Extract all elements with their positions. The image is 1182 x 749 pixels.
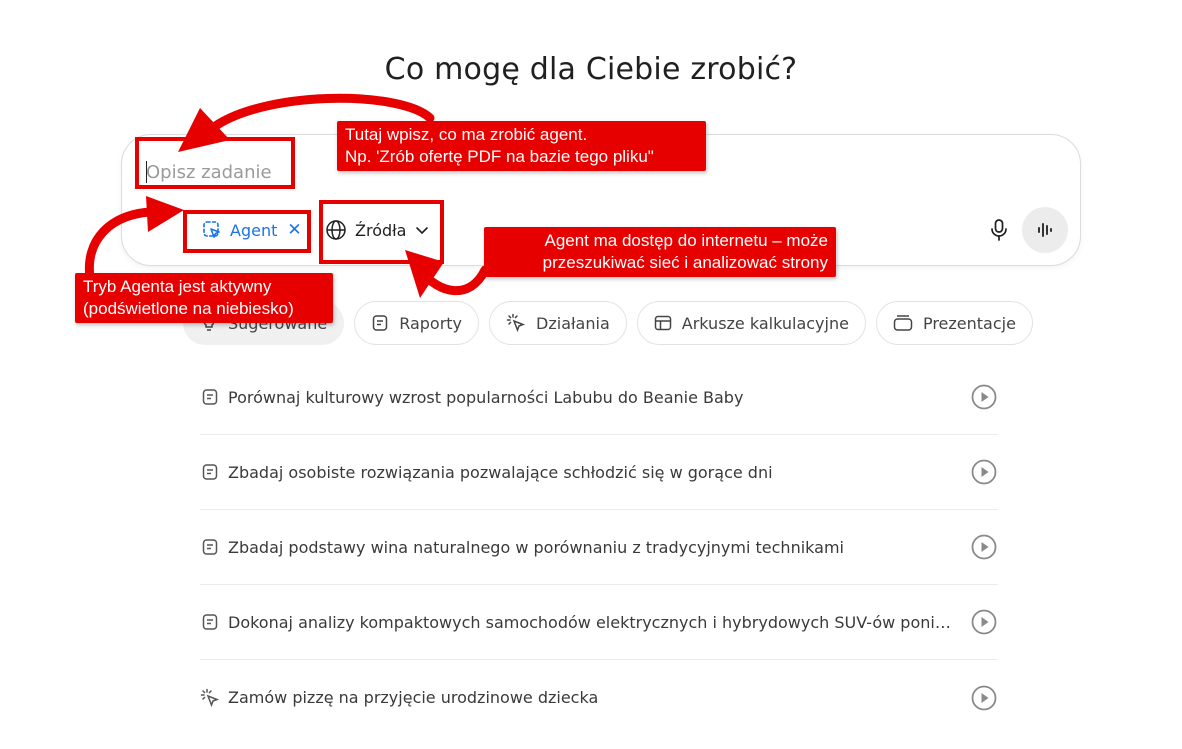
annotation-line: przeszukiwać sieć i analizować strony xyxy=(542,253,828,272)
page-title: Co mogę dla Ciebie zrobić? xyxy=(384,52,798,87)
tab-spreadsheets[interactable]: Arkusze kalkulacyjne xyxy=(636,301,866,345)
tab-reports[interactable]: Raporty xyxy=(354,301,480,345)
play-icon[interactable] xyxy=(970,608,998,636)
agent-mode-chip[interactable]: Agent ✕ xyxy=(190,213,314,247)
suggestion-text: Zamów pizzę na przyjęcie urodzinowe dzie… xyxy=(228,688,599,707)
suggestion-item[interactable]: Zbadaj podstawy wina naturalnego w porów… xyxy=(200,510,998,585)
sparkle-cursor-icon xyxy=(506,313,526,333)
microphone-button[interactable] xyxy=(984,215,1014,245)
annotation-line: Agent ma dostęp do internetu – może xyxy=(544,231,828,250)
suggestion-item[interactable]: Porównaj kulturowy wzrost popularności L… xyxy=(200,360,998,435)
tab-label: Arkusze kalkulacyjne xyxy=(681,313,849,333)
table-icon xyxy=(654,315,671,331)
suggestion-item[interactable]: Dokonaj analizy kompaktowych samochodów … xyxy=(200,585,998,660)
suggestion-item[interactable]: Zbadaj osobiste rozwiązania pozwalające … xyxy=(200,435,998,510)
close-icon[interactable]: ✕ xyxy=(287,220,301,240)
suggestion-list: Porównaj kulturowy wzrost popularności L… xyxy=(200,360,998,735)
suggestion-text: Zbadaj osobiste rozwiązania pozwalające … xyxy=(228,462,773,482)
agent-label: Agent xyxy=(230,220,278,240)
sparkle-cursor-icon xyxy=(200,688,220,707)
suggestion-text: Porównaj kulturowy wzrost popularności L… xyxy=(228,387,744,407)
tab-label: Raporty xyxy=(399,313,463,333)
play-icon[interactable] xyxy=(970,684,998,712)
tab-label: Prezentacje xyxy=(922,313,1016,333)
annotation-line: (podświetlone na niebiesko) xyxy=(83,299,294,318)
sources-annotation: Agent ma dostęp do internetu – może prze… xyxy=(484,227,836,277)
document-icon xyxy=(202,539,218,555)
document-icon xyxy=(202,389,218,405)
document-icon xyxy=(202,614,218,630)
tab-label: Działania xyxy=(536,313,610,333)
suggestion-item[interactable]: Zamów pizzę na przyjęcie urodzinowe dzie… xyxy=(200,660,998,735)
document-icon xyxy=(202,464,218,480)
play-icon[interactable] xyxy=(970,383,998,411)
waveform-icon xyxy=(1038,223,1052,237)
suggestion-text: Dokonaj analizy kompaktowych samochodów … xyxy=(228,612,970,632)
agent-cursor-icon xyxy=(203,221,220,238)
text-caret xyxy=(146,161,147,183)
document-icon xyxy=(372,315,388,331)
voice-mode-button[interactable] xyxy=(1022,207,1068,253)
sources-dropdown[interactable]: Źródła xyxy=(325,213,430,247)
chevron-down-icon xyxy=(416,227,429,235)
annotation-line: Tutaj wpisz, co ma zrobić agent. xyxy=(345,125,588,144)
microphone-icon xyxy=(991,219,1007,241)
play-icon[interactable] xyxy=(970,533,998,561)
input-annotation: Tutaj wpisz, co ma zrobić agent. Np. 'Zr… xyxy=(337,121,706,171)
globe-icon xyxy=(326,220,346,240)
play-icon[interactable] xyxy=(970,458,998,486)
agent-annotation: Tryb Agenta jest aktywny (podświetlone n… xyxy=(75,273,333,323)
tab-presentations[interactable]: Prezentacje xyxy=(875,301,1033,345)
sources-label: Źródła xyxy=(355,220,407,240)
annotation-line: Np. 'Zrób ofertę PDF na bazie tego pliku… xyxy=(345,147,654,166)
slides-icon xyxy=(893,315,913,331)
annotation-line: Tryb Agenta jest aktywny xyxy=(83,277,272,296)
suggestion-text: Zbadaj podstawy wina naturalnego w porów… xyxy=(228,537,844,557)
tab-actions[interactable]: Działania xyxy=(489,301,627,345)
sources-arrow xyxy=(415,265,490,296)
